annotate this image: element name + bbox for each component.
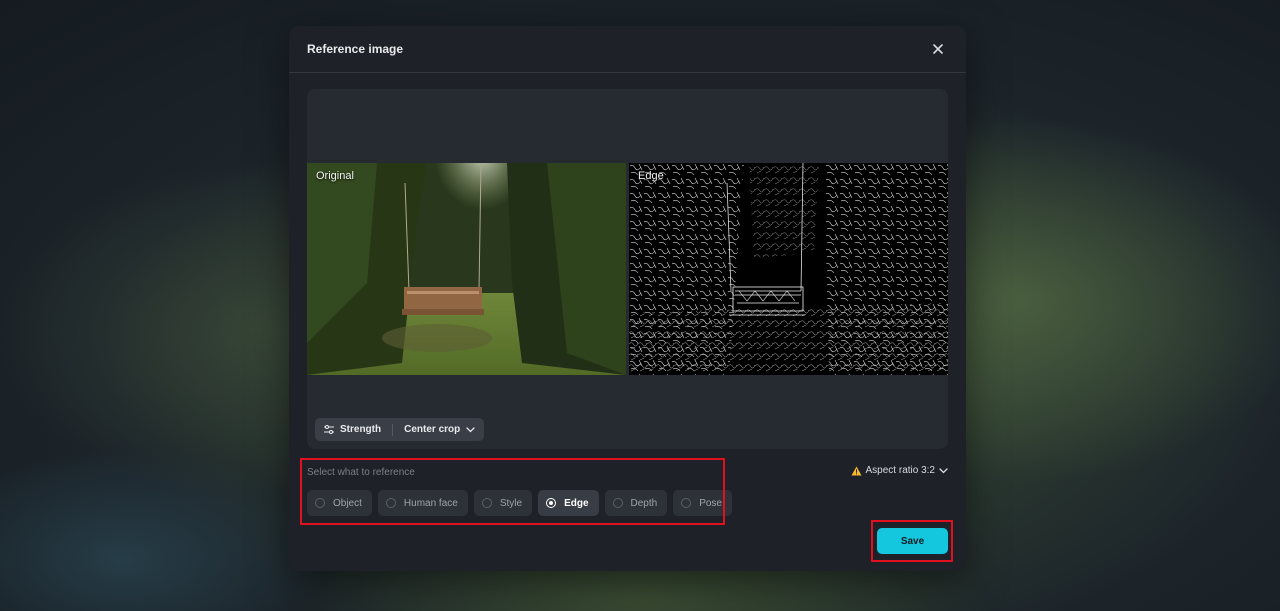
original-label: Original (316, 170, 354, 182)
strength-label: Strength (340, 424, 382, 435)
option-object[interactable]: Object (307, 490, 372, 516)
warning-icon (851, 466, 862, 475)
edge-image: Edge (629, 163, 948, 375)
radio-selected-icon (546, 498, 557, 508)
aspect-ratio-label: Aspect ratio 3:2 (865, 465, 935, 476)
radio-icon (612, 498, 623, 508)
option-label: Depth (630, 497, 658, 509)
chevron-down-icon (939, 467, 948, 473)
option-label: Edge (564, 497, 589, 509)
image-toolbar: Strength Center crop (315, 418, 485, 441)
chevron-down-icon (466, 426, 475, 432)
crop-label: Center crop (404, 424, 461, 435)
edge-label: Edge (638, 170, 664, 182)
strength-button[interactable]: Strength (324, 424, 381, 435)
original-image: Original (307, 163, 626, 375)
radio-icon (385, 498, 396, 508)
image-preview: Original Edge Strength Center crop (307, 89, 948, 449)
radio-icon (681, 498, 692, 508)
sliders-icon (324, 425, 334, 434)
radio-icon (315, 498, 325, 508)
option-depth[interactable]: Depth (604, 490, 668, 516)
option-label: Human face (403, 497, 458, 509)
option-label: Pose (699, 497, 722, 509)
option-pose[interactable]: Pose (673, 490, 732, 516)
option-label: Object (333, 497, 362, 509)
close-icon (933, 44, 943, 54)
option-label: Style (499, 497, 523, 509)
toolbar-divider (392, 423, 394, 436)
reference-options: Object Human face Style Edge Depth Pose (307, 490, 732, 516)
save-button[interactable]: Save (877, 528, 948, 554)
aspect-ratio-dropdown[interactable]: Aspect ratio 3:2 (851, 465, 948, 476)
option-style[interactable]: Style (473, 490, 533, 516)
option-edge[interactable]: Edge (538, 490, 599, 516)
reference-prompt: Select what to reference (307, 467, 415, 478)
radio-icon (481, 498, 492, 508)
dialog-header: Reference image (289, 26, 966, 73)
close-button[interactable] (928, 39, 948, 59)
crop-dropdown[interactable]: Center crop (404, 424, 475, 435)
reference-image-dialog: Reference image Original Edge Strength C… (289, 26, 966, 571)
option-human-face[interactable]: Human face (377, 490, 468, 516)
dialog-title: Reference image (307, 42, 404, 56)
